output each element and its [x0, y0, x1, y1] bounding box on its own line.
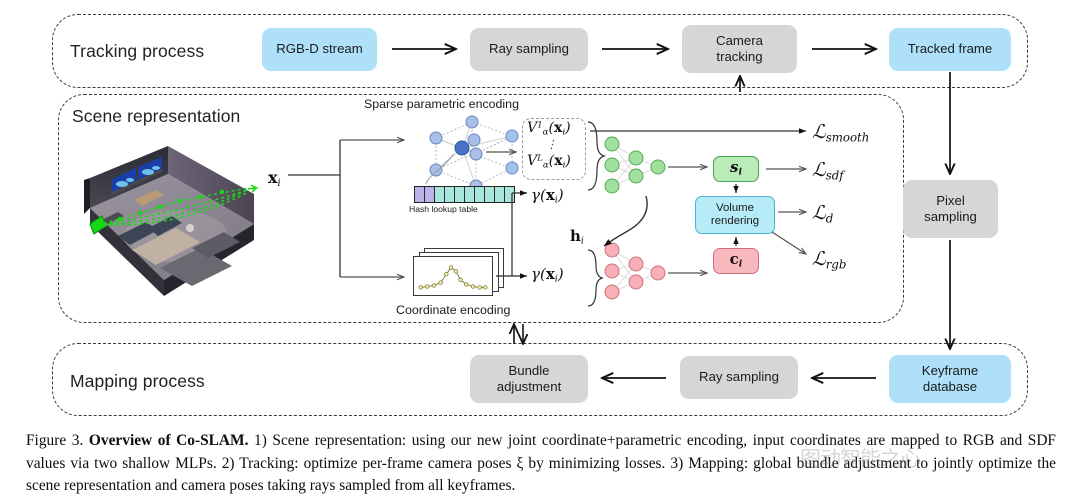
label-v-alpha-last: VLα(xi)	[527, 153, 571, 171]
voxel-grid-graphic	[414, 110, 534, 195]
figure-root: Tracking process Scene representation Ma…	[0, 0, 1080, 503]
tracking-box-ray-sampling[interactable]: Ray sampling	[470, 28, 588, 71]
loss-rgb: ℒrgb	[812, 248, 847, 272]
label-gamma-bottom: γ(xi)	[531, 265, 564, 285]
mapping-box-bundle-adjustment[interactable]: Bundle adjustment	[470, 355, 588, 403]
panel-title-scene: Scene representation	[72, 106, 241, 126]
label-hidden-feature: hi	[570, 227, 584, 247]
figure-caption: Figure 3. Overview of Co-SLAM. 1) Scene …	[26, 430, 1056, 498]
label-coordinate-encoding: Coordinate encoding	[396, 303, 511, 317]
box-volume-rendering[interactable]: Volume rendering	[695, 196, 775, 234]
label-input-point: xi	[268, 168, 281, 189]
tracking-box-rgbd[interactable]: RGB-D stream	[262, 28, 377, 71]
coordinate-encoding-card-front	[413, 256, 493, 296]
output-box-color[interactable]: ci	[713, 248, 759, 274]
mapping-box-ray-sampling[interactable]: Ray sampling	[680, 356, 798, 399]
tracking-box-tracked-frame[interactable]: Tracked frame	[889, 28, 1011, 71]
loss-sdf: ℒsdf	[812, 159, 844, 183]
label-gamma-top: γ(xi)	[531, 186, 564, 206]
mapping-box-keyframe-database[interactable]: Keyframe database	[889, 355, 1011, 403]
figure-number: Figure 3.	[26, 432, 84, 449]
box-pixel-sampling[interactable]: Pixel sampling	[903, 180, 998, 238]
tracking-box-camera-tracking[interactable]: Camera tracking	[682, 25, 797, 73]
panel-title-tracking: Tracking process	[70, 41, 205, 61]
loss-smooth: ℒsmooth	[812, 121, 870, 145]
label-v-alpha-dots: ⋮	[546, 138, 557, 151]
label-hash-lookup-table: Hash lookup table	[409, 204, 478, 214]
output-box-sdf[interactable]: si	[713, 156, 759, 182]
label-sparse-parametric-encoding: Sparse parametric encoding	[364, 97, 519, 111]
scene-room-render	[72, 128, 262, 303]
label-v-alpha-first: V1α(xi)	[527, 120, 571, 138]
mlp-sdf-network	[600, 132, 680, 202]
figure-title: Overview of Co-SLAM.	[88, 432, 249, 449]
loss-depth: ℒd	[812, 202, 834, 226]
mlp-color-network	[600, 238, 680, 308]
panel-title-mapping: Mapping process	[70, 371, 205, 391]
hash-lookup-table-graphic	[414, 186, 515, 203]
